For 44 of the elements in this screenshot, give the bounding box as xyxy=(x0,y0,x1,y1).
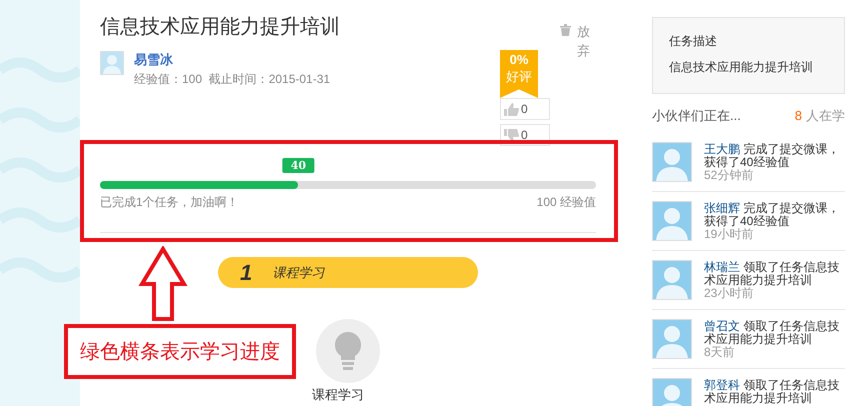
rating-label: 好评 xyxy=(506,68,532,86)
description-text: 信息技术应用能力提升培训 xyxy=(669,59,814,75)
thumbs-up-icon xyxy=(504,102,519,116)
description-title: 任务描述 xyxy=(669,33,718,49)
user-link[interactable]: 林瑞兰 xyxy=(704,260,740,274)
step-pill[interactable]: 1 课程学习 xyxy=(218,257,478,288)
activity-text: 郭登科 领取了任务信息技术应用能力提升培训 xyxy=(704,378,840,404)
learners-count: 8 xyxy=(794,107,802,125)
author-link[interactable]: 易雪冰 xyxy=(134,52,330,68)
avatar-icon xyxy=(652,142,692,182)
task-title: 信息技术应用能力提升培训 xyxy=(100,15,341,40)
user-link[interactable]: 张细辉 xyxy=(704,200,740,214)
avatar-icon xyxy=(652,200,692,240)
lightbulb-icon xyxy=(335,332,361,370)
step-label: 课程学习 xyxy=(272,264,324,282)
progress-status: 已完成1个任务，加油啊！ xyxy=(100,194,239,210)
activity-time: 8天前 xyxy=(704,346,736,358)
user-link[interactable]: 曾召文 xyxy=(704,318,740,332)
learners-suffix: 人在学 xyxy=(806,107,845,125)
avatar-icon xyxy=(100,51,124,75)
task-meta: 经验值：100 截止时间：2015-01-31 xyxy=(134,71,330,88)
activity-text: 曾召文 领取了任务信息技术应用能力提升培训 xyxy=(704,320,840,346)
step-icon-caption: 课程学习 xyxy=(312,387,364,403)
thumbs-down-icon xyxy=(504,128,519,142)
dislike-button[interactable]: 0 xyxy=(500,124,550,146)
like-button[interactable]: 0 xyxy=(500,98,550,120)
activity-time: 52分钟前 xyxy=(704,168,754,182)
activity-time: 23小时前 xyxy=(704,286,754,300)
rating-percent: 0% xyxy=(510,52,528,68)
learners-title: 小伙伴们正在... xyxy=(652,107,741,125)
avatar-icon xyxy=(652,318,692,358)
annotation-label: 绿色横条表示学习进度 xyxy=(64,324,296,379)
activity-text: 张细辉 完成了提交微课，获得了40经验值 xyxy=(704,202,840,228)
avatar-icon xyxy=(652,260,692,300)
progress-value-bubble: 40 xyxy=(282,158,314,173)
progress-total: 100 经验值 xyxy=(536,194,596,210)
user-link[interactable]: 王大鹏 xyxy=(704,142,740,156)
avatar-icon xyxy=(652,378,692,406)
activity-time: 19小时前 xyxy=(704,228,754,240)
user-link[interactable]: 郭登科 xyxy=(704,378,740,392)
activity-text: 王大鹏 完成了提交微课，获得了40经验值 xyxy=(704,142,840,168)
step-number: 1 xyxy=(240,260,252,284)
trash-icon[interactable] xyxy=(560,24,571,36)
activity-text: 林瑞兰 领取了任务信息技术应用能力提升培训 xyxy=(704,260,840,286)
